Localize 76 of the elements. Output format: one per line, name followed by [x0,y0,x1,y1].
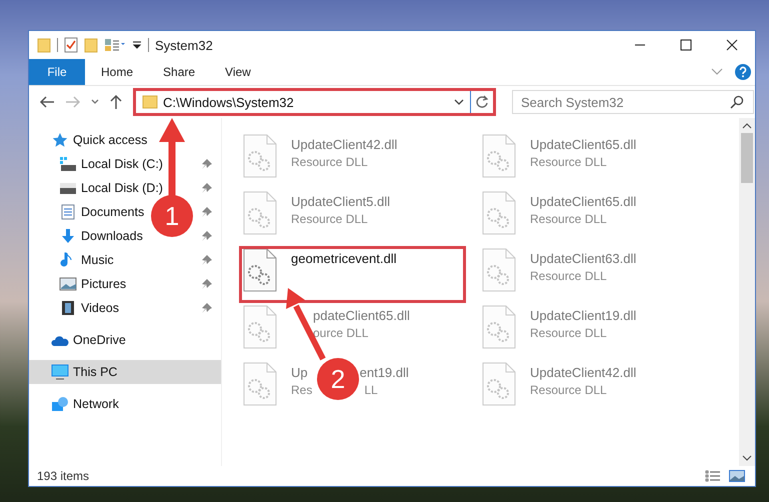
file-type: Resource DLL [530,212,607,226]
address-bar[interactable]: C:\Windows\System32 [136,91,471,113]
pin-icon[interactable] [201,230,213,242]
customize-toolbar-icon[interactable] [132,40,142,50]
recent-locations-icon[interactable] [91,99,99,105]
ribbon-tab[interactable]: Share [149,59,210,85]
nav-item[interactable]: Local Disk (C:) [59,156,163,172]
star-icon [51,132,69,148]
nav-item[interactable]: OneDrive [29,328,221,352]
nav-item[interactable]: Documents [59,204,144,220]
nav-item[interactable]: Downloads [59,228,143,244]
drive-icon [59,180,77,196]
file-name: UpdateClient42.dll [291,137,398,152]
file-name: UpdateClient65.dll [530,137,636,152]
file-name: pdateClient65.dll [313,308,410,323]
dll-file-icon[interactable] [243,248,277,292]
network-icon [51,396,69,412]
file-type: Resource DLL [530,155,607,169]
back-icon[interactable] [39,95,55,109]
file-name: UpdateClient42.dll [530,365,636,380]
scroll-down-icon[interactable] [742,455,752,461]
file-type: Resource DLL [291,212,368,226]
nav-item[interactable]: This PC [29,360,221,384]
up-icon[interactable] [109,94,123,110]
folder-icon[interactable] [37,37,51,53]
file-type: Resource DLL [530,326,607,340]
properties-icon[interactable] [64,37,78,53]
scroll-up-icon[interactable] [742,123,752,129]
forward-icon[interactable] [65,95,81,109]
nav-item[interactable]: Videos [59,300,119,316]
file-name: Up [291,365,308,380]
dropdown-icon[interactable] [454,99,464,105]
details-view-icon[interactable] [705,470,721,482]
file-name: UpdateClient5.dll [291,194,390,209]
search-icon [730,95,744,109]
file-type: Res [291,383,312,397]
document-icon [59,204,77,220]
pin-icon[interactable] [201,206,213,218]
large-icons-view-icon[interactable] [729,470,745,482]
window-title: System32 [155,38,213,52]
pin-icon[interactable] [201,254,213,266]
file-type: Resource DLL [530,383,607,397]
file-name: ent19.dll [360,365,409,380]
expand-ribbon-icon[interactable] [711,68,723,76]
pin-icon[interactable] [201,182,213,194]
pin-icon[interactable] [201,302,213,314]
file-name: UpdateClient63.dll [530,251,636,266]
nav-item[interactable]: Music [59,252,114,268]
monitor-icon [51,364,69,380]
view-options-icon[interactable] [104,38,126,52]
file-name: geometricevent.dll [291,251,396,266]
file-tab[interactable]: File [29,59,85,85]
file-type: LL [364,383,378,397]
ribbon-tab[interactable]: Home [87,59,148,85]
drive-icon [59,156,77,172]
nav-item[interactable]: Pictures [59,276,126,292]
help-icon[interactable] [735,64,751,80]
scrollbar-thumb[interactable] [741,133,753,183]
folder-icon [142,95,158,109]
nav-item[interactable]: Network [29,392,221,416]
ribbon-tab[interactable]: View [211,59,265,85]
nav-item[interactable]: Quick access [29,128,221,152]
new-folder-icon[interactable] [84,37,98,53]
nav-item[interactable]: Local Disk (D:) [59,180,163,196]
item-count: 193 items [37,469,90,483]
picture-icon [59,276,77,292]
file-name: UpdateClient65.dll [530,194,636,209]
search-field[interactable]: Search System32 [512,90,754,114]
file-type: Resource DLL [530,269,607,283]
file-type: Resource DLL [291,155,368,169]
film-icon [59,300,77,316]
pin-icon[interactable] [201,158,213,170]
file-name: UpdateClient19.dll [530,308,636,323]
pin-icon[interactable] [201,278,213,290]
file-type: ource DLL [313,326,368,340]
download-arrow-icon [59,228,77,244]
